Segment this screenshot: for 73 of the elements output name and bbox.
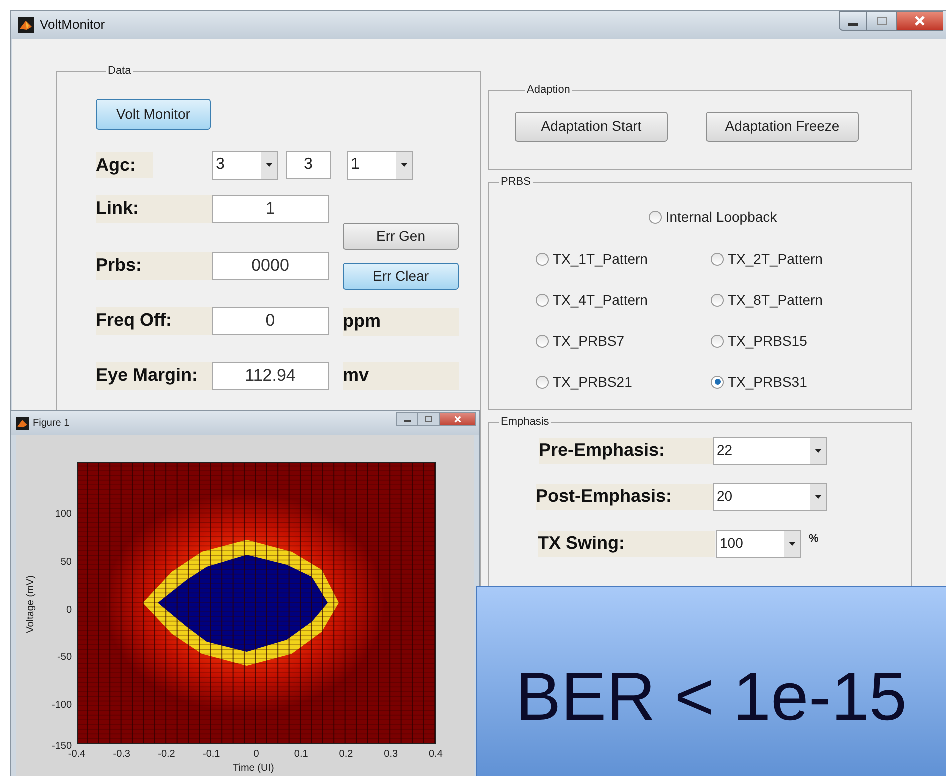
radio-option[interactable]: TX_8T_Pattern: [711, 290, 861, 310]
axis-label: Time (UI): [233, 762, 274, 776]
maximize-button[interactable]: [418, 412, 440, 426]
push-button[interactable]: Err Gen: [343, 222, 459, 250]
window-title: Figure 1: [33, 416, 70, 430]
field-label: TX Swing:: [538, 530, 715, 556]
close-icon: [914, 16, 926, 26]
caret-icon: [788, 542, 796, 546]
axis-tick-label: 100: [54, 508, 72, 522]
panel-legend: Data: [106, 63, 134, 80]
caret-icon: [266, 163, 272, 167]
axis-tick-label: -100: [50, 699, 72, 713]
axis-tick-label: -0.1: [203, 748, 220, 762]
field-label: Post-Emphasis:: [536, 484, 713, 510]
radio-option[interactable]: TX_1T_Pattern: [536, 248, 711, 270]
app-logo-icon: [16, 416, 29, 430]
dropdown[interactable]: 20: [713, 482, 827, 510]
window-title: VoltMonitor: [40, 16, 106, 34]
text-field[interactable]: 0000: [212, 252, 329, 280]
axis-tick-label: -150: [50, 740, 72, 752]
minimize-button[interactable]: [396, 412, 418, 426]
push-button[interactable]: Adaptation Freeze: [706, 112, 859, 142]
axis-tick-label: -0.4: [68, 749, 86, 762]
axis-tick-label: -50: [56, 651, 72, 665]
text-field[interactable]: 3: [286, 151, 331, 179]
push-button[interactable]: Volt Monitor: [96, 98, 211, 130]
radio-option[interactable]: TX_PRBS21: [536, 372, 711, 392]
text-field[interactable]: 1: [212, 194, 329, 222]
push-button[interactable]: Adaptation Start: [515, 112, 668, 142]
axis-tick-label: 0.3: [384, 748, 398, 762]
text-field[interactable]: 0: [212, 306, 329, 334]
radio-option[interactable]: TX_4T_Pattern: [536, 290, 711, 310]
caret-icon: [814, 448, 822, 452]
field-label: Freq Off:: [96, 306, 212, 334]
field-label: Prbs:: [96, 252, 212, 280]
radio-option[interactable]: TX_PRBS7: [536, 330, 711, 352]
dropdown[interactable]: 22: [713, 436, 827, 464]
radio-option[interactable]: TX_2T_Pattern: [711, 248, 861, 270]
axis-tick-label: -0.3: [113, 748, 130, 762]
axis-tick-label: 0: [254, 748, 260, 762]
caret-icon: [400, 163, 408, 167]
callout-text: BER < 1e-15: [516, 658, 908, 736]
text-field[interactable]: 112.94: [212, 362, 329, 390]
field-label: Pre-Emphasis:: [539, 438, 713, 464]
radio-option[interactable]: TX_PRBS31: [711, 372, 861, 392]
dropdown[interactable]: 1: [347, 150, 413, 180]
axis-tick-label: 50: [60, 556, 72, 570]
panel-legend: Emphasis: [499, 414, 552, 430]
axis-tick-label: 0.2: [339, 748, 354, 762]
axis-label: Voltage (mV): [24, 574, 38, 636]
app-logo-icon: [18, 17, 34, 33]
axis-tick-label: 0.4: [429, 748, 443, 762]
field-label: Link:: [96, 194, 212, 222]
caret-icon: [814, 494, 822, 498]
close-icon: [454, 416, 462, 422]
close-button[interactable]: [897, 11, 943, 31]
axis-tick-label: 0.1: [294, 748, 308, 762]
unit-label: mv: [343, 362, 459, 390]
close-button[interactable]: [440, 412, 476, 426]
dropdown[interactable]: 100: [716, 530, 801, 558]
radio-option[interactable]: Internal Loopback: [648, 206, 778, 228]
field-label: Agc:: [96, 152, 153, 178]
axis-tick-label: 0: [65, 604, 72, 618]
panel-legend: PRBS: [499, 174, 533, 190]
axis-tick-label: -0.2: [158, 748, 176, 762]
field-label: Eye Margin:: [96, 362, 212, 390]
panel-legend: Adaption: [525, 82, 572, 98]
unit-label: ppm: [343, 308, 459, 336]
minimize-button[interactable]: [839, 11, 867, 31]
unit-label: %: [809, 532, 819, 548]
push-button[interactable]: Err Clear: [343, 262, 459, 290]
radio-option[interactable]: TX_PRBS15: [711, 330, 861, 352]
dropdown[interactable]: 3: [212, 150, 278, 180]
